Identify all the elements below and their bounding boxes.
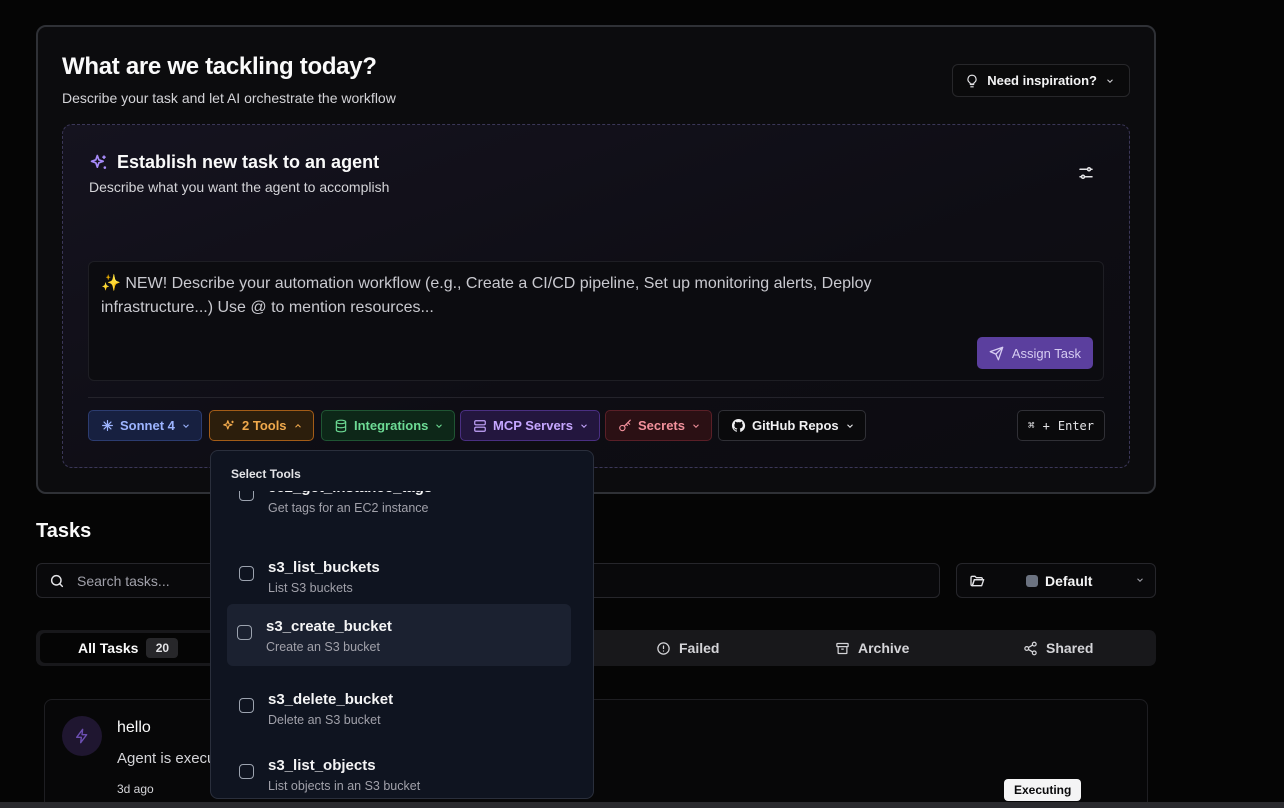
tab-failed-label: Failed [679, 640, 720, 656]
database-icon [335, 419, 347, 432]
tab-all-count: 20 [146, 638, 179, 658]
search-placeholder: Search tasks... [77, 573, 170, 589]
mcp-servers-selector[interactable]: MCP Servers [460, 410, 600, 441]
settings-sliders-icon[interactable] [1077, 164, 1095, 182]
tool-name: s3_delete_bucket [268, 691, 394, 708]
tools-dropdown: Select Tools ec2_get_instance_tags Get t… [210, 450, 594, 799]
server-icon [474, 419, 486, 432]
tab-all-tasks[interactable]: All Tasks 20 [40, 633, 220, 663]
assign-task-label: Assign Task [1011, 345, 1081, 361]
tab-archive-label: Archive [858, 640, 910, 656]
task-prompt-input[interactable]: ✨ NEW! Describe your automation workflow… [88, 261, 1104, 381]
tool-item[interactable]: s3_create_bucket Create an S3 bucket [227, 604, 571, 666]
chevron-down-icon [846, 423, 853, 428]
shortcut-plus: + [1042, 418, 1050, 433]
tool-description: Delete an S3 bucket [268, 713, 381, 727]
model-spark-icon [102, 420, 113, 431]
tools-dropdown-title: Select Tools [231, 467, 301, 481]
chevron-up-icon [294, 423, 301, 428]
shortcut-cmd: ⌘ [1028, 419, 1035, 432]
github-icon [731, 418, 746, 432]
task-tabs: All Tasks 20 Failed Archive Shared [36, 630, 1156, 666]
model-label: Sonnet 4 [120, 418, 175, 433]
new-task-subtitle: Describe what you want the agent to acco… [89, 179, 390, 195]
tool-checkbox[interactable] [239, 764, 254, 779]
project-filter-label: Default [1045, 573, 1093, 589]
need-inspiration-button[interactable]: Need inspiration? [952, 64, 1130, 97]
lightbulb-icon [967, 74, 977, 87]
tools-list[interactable]: ec2_get_instance_tags Get tags for an EC… [211, 491, 593, 798]
new-task-title-label: Establish new task to an agent [117, 152, 380, 172]
tools-label: 2 Tools [242, 418, 287, 433]
tool-name: ec2_get_instance_tags [268, 491, 432, 496]
tasks-heading: Tasks [36, 520, 92, 542]
folder-open-icon [970, 575, 985, 587]
need-inspiration-label: Need inspiration? [987, 73, 1097, 88]
search-icon [50, 574, 64, 588]
os-taskbar-edge [0, 802, 1284, 808]
project-color-dot [1026, 575, 1038, 587]
tool-description: Get tags for an EC2 instance [268, 501, 429, 515]
tool-name: s3_list_objects [268, 757, 376, 774]
submit-shortcut-hint: ⌘ + Enter [1017, 410, 1105, 441]
shortcut-key: Enter [1057, 418, 1094, 433]
secrets-label: Secrets [638, 418, 685, 433]
tab-shared[interactable]: Shared [1023, 630, 1093, 666]
chevron-down-icon [436, 423, 443, 428]
sparkles-icon [223, 419, 234, 429]
tool-name: s3_create_bucket [266, 618, 392, 635]
chevron-down-icon [183, 423, 189, 428]
task-timestamp: 3d ago [117, 782, 154, 796]
tab-all-label: All Tasks [78, 640, 139, 656]
task-avatar [62, 716, 102, 756]
tool-item[interactable]: s3_list_objects List objects in an S3 bu… [227, 743, 571, 798]
tab-shared-label: Shared [1046, 640, 1094, 656]
tool-description: List S3 buckets [268, 581, 353, 595]
archive-icon [836, 642, 849, 654]
chevron-down-icon [1137, 578, 1143, 582]
new-task-panel: Establish new task to an agent Describe … [62, 124, 1130, 468]
hero-panel: What are we tackling today? Describe you… [36, 25, 1156, 494]
chevron-down-icon [581, 423, 587, 428]
project-filter-select[interactable]: Default [956, 563, 1156, 598]
tool-description: List objects in an S3 bucket [268, 779, 421, 793]
tool-checkbox[interactable] [239, 566, 254, 581]
status-badge: Executing [1004, 779, 1082, 801]
github-repos-selector[interactable]: GitHub Repos [718, 410, 866, 441]
page-title: What are we tackling today? [62, 53, 377, 80]
tool-checkbox[interactable] [239, 698, 254, 713]
tool-name: s3_list_buckets [268, 559, 380, 576]
share-icon [1024, 641, 1037, 655]
assign-task-button[interactable]: Assign Task [976, 337, 1093, 369]
sparkles-icon [90, 154, 107, 169]
alert-circle-icon [657, 641, 670, 655]
lightning-icon [76, 728, 88, 744]
tab-archive[interactable]: Archive [835, 630, 909, 666]
send-icon [989, 346, 1004, 360]
tab-failed[interactable]: Failed [656, 630, 719, 666]
task-name: hello [117, 719, 151, 736]
tool-description: Create an S3 bucket [266, 640, 380, 654]
model-selector[interactable]: Sonnet 4 [88, 410, 202, 441]
key-icon [619, 419, 631, 431]
chevron-down-icon [1107, 78, 1113, 83]
mcp-servers-label: MCP Servers [493, 418, 573, 433]
tools-selector[interactable]: 2 Tools [209, 410, 314, 441]
tool-item[interactable]: s3_delete_bucket Delete an S3 bucket [227, 677, 571, 739]
tool-checkbox[interactable] [237, 625, 252, 640]
chevron-down-icon [693, 423, 699, 428]
new-task-title: Establish new task to an agent [89, 152, 379, 173]
task-prompt-placeholder: ✨ NEW! Describe your automation workflow… [101, 275, 872, 316]
tool-item[interactable]: s3_list_buckets List S3 buckets [227, 545, 571, 607]
integrations-label: Integrations [354, 418, 429, 433]
page-subtitle: Describe your task and let AI orchestrat… [62, 90, 396, 106]
github-repos-label: GitHub Repos [752, 418, 839, 433]
secrets-selector[interactable]: Secrets [605, 410, 712, 441]
toolbar-divider [88, 397, 1104, 398]
tool-checkbox[interactable] [239, 491, 254, 501]
tool-item[interactable]: ec2_get_instance_tags Get tags for an EC… [227, 491, 571, 527]
integrations-selector[interactable]: Integrations [321, 410, 456, 441]
